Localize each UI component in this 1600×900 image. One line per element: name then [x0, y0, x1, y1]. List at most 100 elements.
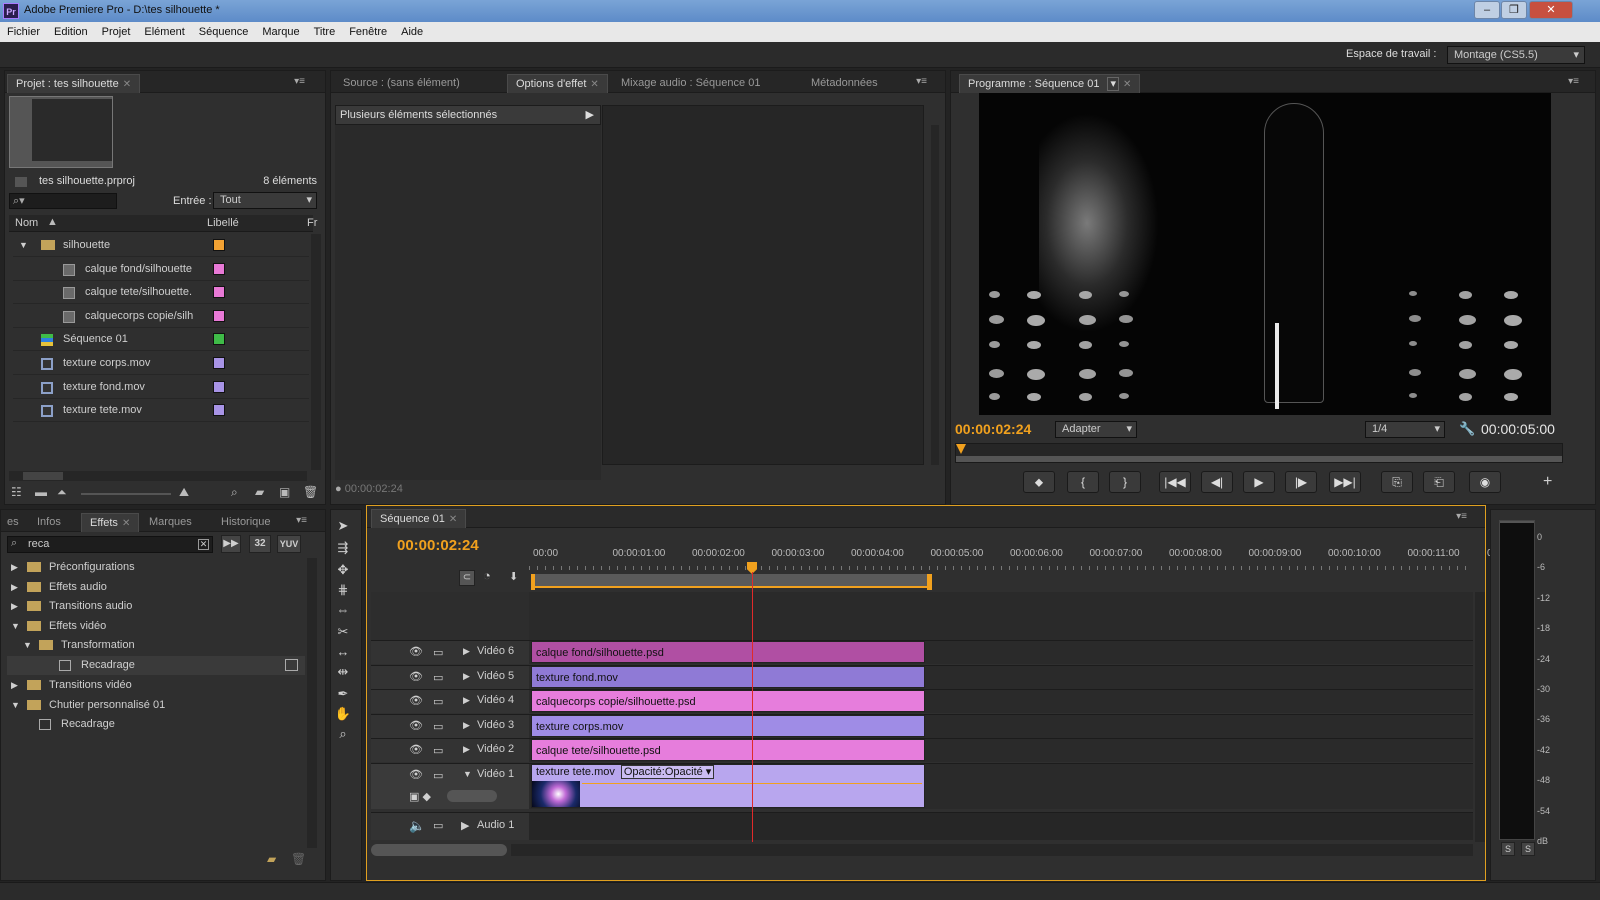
expand-arrow-icon[interactable]: ▶: [463, 646, 470, 657]
solo-left-button[interactable]: S: [1501, 842, 1515, 856]
label-color-swatch[interactable]: [213, 309, 225, 322]
mountain-icon[interactable]: ⛰: [179, 485, 189, 500]
program-timecode[interactable]: 00:00:02:24: [955, 421, 1031, 437]
menu-aide[interactable]: Aide: [394, 22, 430, 42]
close-icon[interactable]: ✕: [590, 79, 598, 90]
sync-lock-icon[interactable]: ▭: [433, 744, 443, 757]
timeline-hscrollbar[interactable]: [511, 844, 1473, 856]
expand-arrow-icon[interactable]: ▼: [23, 636, 32, 655]
ripple-edit-tool-icon[interactable]: ✥: [331, 560, 355, 580]
close-icon[interactable]: ✕: [123, 79, 131, 90]
col-fr[interactable]: Fr: [307, 217, 317, 229]
work-area-bar[interactable]: [531, 574, 929, 588]
audio-track-name[interactable]: Audio 1: [477, 819, 514, 831]
expand-arrow-icon[interactable]: ▶: [11, 676, 18, 695]
set-marker-icon[interactable]: ◔: [483, 568, 491, 583]
eye-icon[interactable]: 👁: [409, 670, 423, 683]
playhead-line[interactable]: [752, 572, 753, 842]
project-list-item[interactable]: calquecorps copie/silh: [13, 305, 313, 328]
tab-metadata[interactable]: Métadonnées: [803, 74, 886, 93]
effects-tree-item[interactable]: ▼ Effets vidéo: [7, 617, 305, 636]
pen-tool-icon[interactable]: ✒: [331, 684, 355, 704]
new-bin-icon[interactable]: ▰: [267, 852, 276, 866]
project-list-item[interactable]: calque fond/silhouette: [13, 258, 313, 281]
menu-sequence[interactable]: Séquence: [192, 22, 256, 42]
sort-asc-icon[interactable]: ▲: [47, 216, 58, 228]
effects-tree-item[interactable]: Recadrage: [7, 715, 305, 734]
playhead-marker-icon[interactable]: [956, 444, 966, 454]
new-item-icon[interactable]: ▣: [279, 485, 290, 499]
find-icon[interactable]: ⌕: [231, 485, 238, 500]
yuv-effects-button[interactable]: YUV: [277, 535, 301, 553]
expand-arrow-icon[interactable]: ▶: [11, 597, 18, 616]
zoom-tool-icon[interactable]: ⌕: [331, 724, 355, 744]
close-icon[interactable]: ✕: [449, 514, 457, 525]
tab-audio-fragment[interactable]: es: [0, 513, 27, 532]
play-icon[interactable]: ▶: [1243, 471, 1275, 493]
timeline-hscroll-thumb[interactable]: [371, 844, 507, 856]
track-name[interactable]: Vidéo 2: [477, 743, 514, 755]
timeline-clip[interactable]: texture corps.mov: [531, 714, 925, 737]
icon-view-icon[interactable]: ▬: [35, 485, 47, 499]
accelerated-effects-icon[interactable]: ▶▶: [221, 535, 241, 553]
expand-arrow-icon[interactable]: ▶: [11, 578, 18, 597]
extract-icon[interactable]: ⎗: [1423, 471, 1455, 493]
go-to-in-icon[interactable]: |◀◀: [1159, 471, 1191, 493]
close-button[interactable]: ✕: [1529, 1, 1573, 19]
selection-tool-icon[interactable]: ➤: [331, 516, 355, 536]
project-list-item[interactable]: texture fond.mov: [13, 376, 313, 399]
label-color-swatch[interactable]: [213, 333, 225, 346]
effects-tree-item[interactable]: ▶ Transitions audio: [7, 597, 305, 616]
menu-element[interactable]: Elément: [137, 22, 191, 42]
play-arrow-icon[interactable]: ▶: [586, 106, 594, 124]
work-area-start[interactable]: [531, 574, 535, 590]
timeline-timecode[interactable]: 00:00:02:24: [397, 537, 479, 554]
chevron-down-icon[interactable]: ▾: [1107, 77, 1119, 91]
expand-arrow-icon[interactable]: ▶: [463, 695, 470, 706]
step-forward-icon[interactable]: |▶: [1285, 471, 1317, 493]
razor-tool-icon[interactable]: ✂: [331, 622, 355, 642]
track-name[interactable]: Vidéo 6: [477, 645, 514, 657]
menu-marque[interactable]: Marque: [255, 22, 306, 42]
timeline-clip[interactable]: calque tete/silhouette.psd: [531, 739, 925, 761]
effects-tree-item[interactable]: Recadrage: [7, 655, 305, 675]
expand-arrow-icon[interactable]: ▶: [463, 671, 470, 682]
export-frame-icon[interactable]: ◉: [1469, 471, 1501, 493]
tab-markers[interactable]: Marques: [141, 513, 200, 532]
label-color-swatch[interactable]: [213, 239, 225, 251]
hand-tool-icon[interactable]: ✋: [331, 704, 355, 724]
effect-vscrollbar[interactable]: [931, 125, 939, 465]
panel-menu-icon[interactable]: ▾≡: [294, 76, 305, 87]
tab-program[interactable]: Programme : Séquence 01 ▾ ✕: [959, 74, 1141, 93]
maximize-button[interactable]: ❐: [1501, 1, 1527, 19]
zoom-slider[interactable]: [81, 493, 171, 495]
tab-history[interactable]: Historique: [213, 513, 279, 532]
clear-search-icon[interactable]: ✕: [198, 539, 209, 550]
track-name[interactable]: Vidéo 3: [477, 719, 514, 731]
expand-arrow-icon[interactable]: ▼: [11, 617, 20, 636]
step-back-icon[interactable]: ◀|: [1201, 471, 1233, 493]
timeline-clip[interactable]: texture tete.mov Opacité:Opacité ▾: [531, 763, 925, 808]
label-color-swatch[interactable]: [213, 404, 225, 417]
program-scrubber[interactable]: [955, 443, 1563, 463]
keyframe-nav-pill[interactable]: [447, 789, 497, 802]
quality-select[interactable]: 1/4 ▾: [1365, 421, 1445, 438]
opacity-dropdown[interactable]: Opacité:Opacité ▾: [620, 764, 715, 779]
eye-icon[interactable]: 👁: [409, 645, 423, 658]
wrench-icon[interactable]: 🔧: [1459, 421, 1475, 437]
sync-lock-icon[interactable]: ▭: [433, 671, 443, 684]
trash-icon[interactable]: 🗑: [291, 852, 306, 866]
panel-menu-icon[interactable]: ▾≡: [1456, 511, 1467, 522]
tab-audio-mix[interactable]: Mixage audio : Séquence 01: [613, 74, 768, 93]
sync-lock-icon[interactable]: ▭: [433, 695, 443, 708]
menu-titre[interactable]: Titre: [307, 22, 343, 42]
solo-right-button[interactable]: S: [1521, 842, 1535, 856]
project-search-input[interactable]: ⌕▾: [9, 193, 117, 209]
expand-arrow-icon[interactable]: ▶: [463, 720, 470, 731]
track-name[interactable]: Vidéo 5: [477, 670, 514, 682]
project-hscrollbar[interactable]: [9, 471, 307, 481]
panel-menu-icon[interactable]: ▾≡: [916, 76, 927, 87]
menu-projet[interactable]: Projet: [95, 22, 138, 42]
col-label[interactable]: Libellé: [207, 217, 239, 229]
timeline-clip[interactable]: calque fond/silhouette.psd: [531, 641, 925, 663]
